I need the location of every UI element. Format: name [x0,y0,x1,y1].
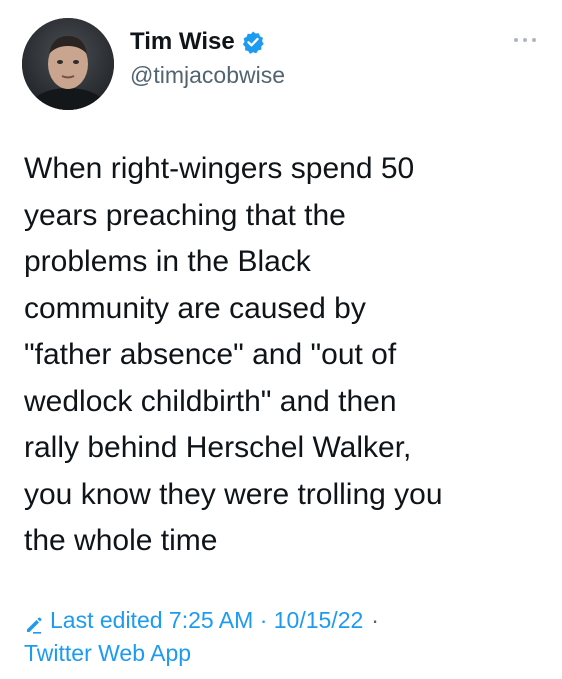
verified-badge-icon [241,30,265,54]
tweet-card: Tim Wise @timjacobwise When right-winger… [0,0,562,679]
pencil-icon [24,611,44,634]
tweet-meta: Last edited 7:25 AM · 10/15/22 · Twitter… [24,604,544,670]
author-name-row[interactable]: Tim Wise [130,28,265,56]
meta-separator: · [371,607,379,633]
more-options-icon[interactable] [514,36,536,44]
tweet-text: When right-wingers spend 50 years preach… [24,152,443,557]
edited-row[interactable]: Last edited 7:25 AM · 10/15/22 · [24,604,544,637]
last-edited-link[interactable]: Last edited 7:25 AM · 10/15/22 [50,604,363,637]
author-handle[interactable]: @timjacobwise [130,62,285,89]
author-display-name[interactable]: Tim Wise [130,28,235,56]
source-app-link[interactable]: Twitter Web App [24,637,191,670]
avatar[interactable] [22,18,114,110]
avatar-photo [22,18,114,110]
